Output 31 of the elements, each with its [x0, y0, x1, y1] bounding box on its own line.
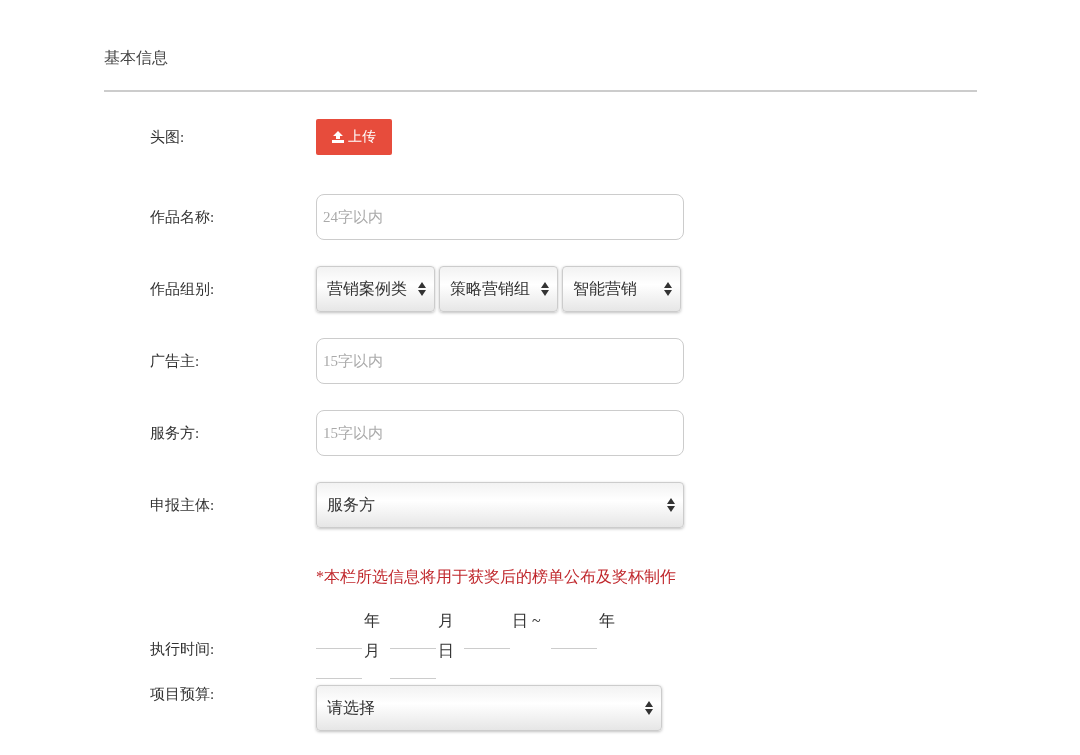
text-field[interactable]: 24字以内 — [316, 194, 684, 240]
field-label: 作品组别: — [150, 279, 215, 299]
updown-arrow-icon — [664, 282, 672, 296]
updown-arrow-icon — [418, 282, 426, 296]
select-field[interactable]: 策略营销组 — [439, 266, 558, 312]
text-field[interactable]: 15字以内 — [316, 338, 684, 384]
select-field[interactable]: 营销案例类 — [316, 266, 435, 312]
date-unit: 月 — [437, 611, 455, 631]
field-label: 广告主: — [150, 351, 200, 371]
note-text: *本栏所选信息将用于获奖后的榜单公布及奖杯制作 — [316, 566, 676, 587]
select-field[interactable]: 智能营销 — [562, 266, 681, 312]
text-field[interactable]: 15字以内 — [316, 410, 684, 456]
updown-arrow-icon — [541, 282, 549, 296]
section-title: 基本信息 — [104, 47, 168, 69]
field-label: 项目预算: — [150, 685, 215, 704]
date-unit: 月 — [363, 641, 381, 661]
field-label: 申报主体: — [150, 495, 215, 515]
field-label: 作品名称: — [150, 207, 215, 227]
upload-icon — [332, 131, 344, 143]
date-unit: 日 ~ — [511, 611, 542, 631]
select-field[interactable]: 服务方 — [316, 482, 684, 528]
field-label: 执行时间: — [150, 639, 215, 659]
updown-arrow-icon — [667, 498, 675, 512]
date-unit: 年 — [363, 611, 381, 631]
field-label: 服务方: — [150, 423, 200, 443]
date-unit: 日 — [437, 641, 455, 661]
date-unit: 年 — [597, 611, 616, 631]
select-field[interactable]: 请选择 — [316, 685, 662, 731]
field-label: 头图: — [150, 127, 185, 147]
updown-arrow-icon — [645, 701, 653, 715]
upload-button[interactable]: 上传 — [316, 119, 392, 155]
